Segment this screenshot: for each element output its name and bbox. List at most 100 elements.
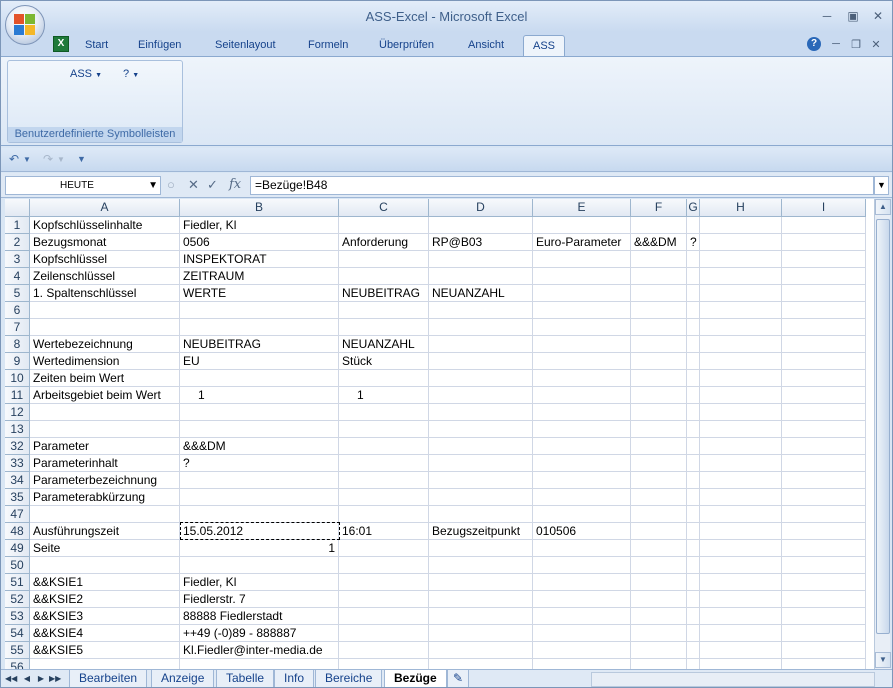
cell-c3[interactable]	[339, 251, 429, 268]
cell-i8[interactable]	[782, 336, 866, 353]
cell-d35[interactable]	[429, 489, 533, 506]
cell-h34[interactable]	[700, 472, 782, 489]
cell-g34[interactable]	[687, 472, 700, 489]
cell-a34[interactable]: Parameterbezeichnung	[30, 472, 180, 489]
cell-c10[interactable]	[339, 370, 429, 387]
cell-d54[interactable]	[429, 625, 533, 642]
cell-c47[interactable]	[339, 506, 429, 523]
cell-d5[interactable]: NEUANZAHL	[429, 285, 533, 302]
row-header[interactable]: 51	[5, 574, 30, 591]
cell-g53[interactable]	[687, 608, 700, 625]
cell-a12[interactable]	[30, 404, 180, 421]
cell-b55[interactable]: Kl.Fiedler@inter-media.de	[180, 642, 339, 659]
cell-f55[interactable]	[631, 642, 687, 659]
cell-h55[interactable]	[700, 642, 782, 659]
row-header[interactable]: 49	[5, 540, 30, 557]
cell-a1[interactable]: Kopfschlüsselinhalte	[30, 217, 180, 234]
cell-b32[interactable]: &&&DM	[180, 438, 339, 455]
cell-f51[interactable]	[631, 574, 687, 591]
cell-f2[interactable]: &&&DM	[631, 234, 687, 251]
cell-i56[interactable]	[782, 659, 866, 669]
tab-start[interactable]: Start	[77, 35, 116, 56]
cell-a47[interactable]	[30, 506, 180, 523]
first-sheet-icon[interactable]: ◀◀	[5, 673, 17, 685]
cell-c51[interactable]	[339, 574, 429, 591]
cell-h51[interactable]	[700, 574, 782, 591]
cell-h6[interactable]	[700, 302, 782, 319]
row-header[interactable]: 55	[5, 642, 30, 659]
cell-c13[interactable]	[339, 421, 429, 438]
undo-icon[interactable]: ↶	[9, 152, 19, 168]
cell-a55[interactable]: &&KSIE5	[30, 642, 180, 659]
cell-c9[interactable]: Stück	[339, 353, 429, 370]
column-header-d[interactable]: D	[429, 199, 533, 217]
cell-e7[interactable]	[533, 319, 631, 336]
cell-i5[interactable]	[782, 285, 866, 302]
cell-d32[interactable]	[429, 438, 533, 455]
cell-a6[interactable]	[30, 302, 180, 319]
cell-d48[interactable]: Bezugszeitpunkt	[429, 523, 533, 540]
cell-e4[interactable]	[533, 268, 631, 285]
cell-c48[interactable]: 16:01	[339, 523, 429, 540]
cell-e49[interactable]	[533, 540, 631, 557]
cell-g56[interactable]	[687, 659, 700, 669]
cell-c8[interactable]: NEUANZAHL	[339, 336, 429, 353]
cell-d7[interactable]	[429, 319, 533, 336]
cell-g47[interactable]	[687, 506, 700, 523]
row-header[interactable]: 7	[5, 319, 30, 336]
cell-g49[interactable]	[687, 540, 700, 557]
tab-ueberpruefen[interactable]: Überprüfen	[371, 35, 442, 56]
cell-i49[interactable]	[782, 540, 866, 557]
cell-g54[interactable]	[687, 625, 700, 642]
cell-b52[interactable]: Fiedlerstr. 7	[180, 591, 339, 608]
cell-h35[interactable]	[700, 489, 782, 506]
doc-restore-icon[interactable]: ❐	[847, 38, 865, 52]
cell-a54[interactable]: &&KSIE4	[30, 625, 180, 642]
cell-e10[interactable]	[533, 370, 631, 387]
cell-c53[interactable]	[339, 608, 429, 625]
cell-i34[interactable]	[782, 472, 866, 489]
cell-b33[interactable]: ?	[180, 455, 339, 472]
cell-b1[interactable]: Fiedler, Kl	[180, 217, 339, 234]
row-header[interactable]: 10	[5, 370, 30, 387]
cell-g33[interactable]	[687, 455, 700, 472]
cell-d10[interactable]	[429, 370, 533, 387]
cell-c34[interactable]	[339, 472, 429, 489]
cell-g32[interactable]	[687, 438, 700, 455]
cell-i11[interactable]	[782, 387, 866, 404]
row-header[interactable]: 35	[5, 489, 30, 506]
cell-e52[interactable]	[533, 591, 631, 608]
cell-c6[interactable]	[339, 302, 429, 319]
cell-g52[interactable]	[687, 591, 700, 608]
cell-i50[interactable]	[782, 557, 866, 574]
cell-d4[interactable]	[429, 268, 533, 285]
cell-i10[interactable]	[782, 370, 866, 387]
cell-f8[interactable]	[631, 336, 687, 353]
cell-a50[interactable]	[30, 557, 180, 574]
cell-h4[interactable]	[700, 268, 782, 285]
cell-h13[interactable]	[700, 421, 782, 438]
name-box[interactable]: HEUTE ▼	[5, 176, 161, 195]
cell-e50[interactable]	[533, 557, 631, 574]
redo-dropdown-icon[interactable]: ▼	[57, 155, 65, 171]
cell-a49[interactable]: Seite	[30, 540, 180, 557]
cell-h32[interactable]	[700, 438, 782, 455]
column-header-i[interactable]: I	[782, 199, 866, 217]
sheet-tab-bereiche[interactable]: Bereiche	[315, 670, 383, 687]
ass-menu-button[interactable]: ASS ▼	[70, 68, 102, 84]
cell-c11[interactable]: 1	[339, 387, 429, 404]
insert-function-icon[interactable]: fx	[229, 177, 241, 192]
cell-i55[interactable]	[782, 642, 866, 659]
cell-h33[interactable]	[700, 455, 782, 472]
cell-b35[interactable]	[180, 489, 339, 506]
cell-f9[interactable]	[631, 353, 687, 370]
cell-d1[interactable]	[429, 217, 533, 234]
cell-b49[interactable]: 1	[180, 540, 339, 557]
cell-i52[interactable]	[782, 591, 866, 608]
cell-g13[interactable]	[687, 421, 700, 438]
row-header[interactable]: 32	[5, 438, 30, 455]
expand-formula-icon[interactable]: ▼	[874, 176, 889, 195]
cell-d6[interactable]	[429, 302, 533, 319]
row-header[interactable]: 33	[5, 455, 30, 472]
row-header[interactable]: 48	[5, 523, 30, 540]
